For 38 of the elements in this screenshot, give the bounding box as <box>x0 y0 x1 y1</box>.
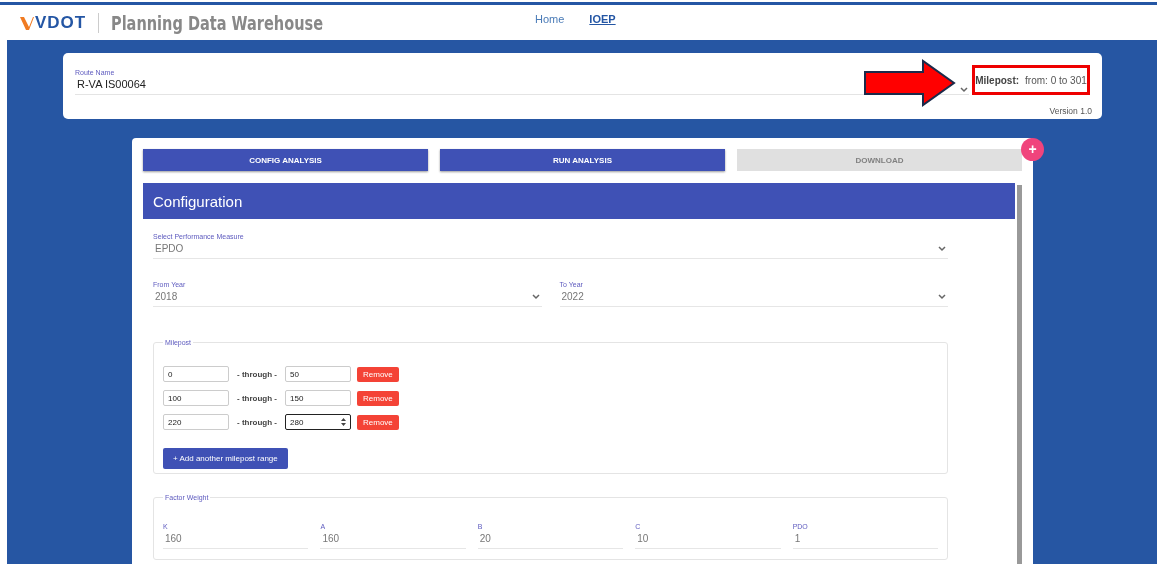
spinner-icon[interactable] <box>341 418 346 426</box>
action-button[interactable]: RUN ANALYSIS <box>440 149 725 171</box>
remove-button[interactable]: Remove <box>357 414 399 430</box>
input-field[interactable]: 50 <box>285 366 351 382</box>
remove-button[interactable]: Remove <box>357 390 399 406</box>
range-separator: - through - <box>237 417 277 427</box>
weight-field[interactable]: 20 <box>477 530 624 549</box>
vdot-logo: VDOT <box>20 12 87 33</box>
input-field[interactable]: 150 <box>285 390 351 406</box>
nav-link[interactable]: IOEP <box>589 13 616 25</box>
add-range-button[interactable]: + Add another milepost range <box>163 448 288 469</box>
remove-button[interactable]: Remove <box>357 366 399 382</box>
add-button[interactable]: + <box>1021 138 1044 161</box>
weight-field[interactable]: 160 <box>320 530 466 549</box>
chevron-down-icon[interactable] <box>531 293 540 300</box>
range-separator: - through - <box>237 393 277 403</box>
input-field[interactable]: 280 <box>285 414 351 430</box>
input-field[interactable]: 0 <box>163 366 229 382</box>
weight-field[interactable]: 160 <box>163 530 309 549</box>
input-field[interactable]: 100 <box>163 390 229 406</box>
scrollbar[interactable] <box>1017 185 1022 564</box>
chevron-down-icon[interactable] <box>960 87 968 93</box>
section-header: Configuration <box>143 183 1015 219</box>
range-separator: - through - <box>237 369 277 379</box>
year-select[interactable]: 2022 <box>559 288 948 307</box>
weight-field[interactable]: 10 <box>635 530 781 549</box>
arrow-icon <box>864 59 956 107</box>
version-label: Version 1.0 <box>1049 106 1092 116</box>
measure-select[interactable]: EPDO <box>153 240 948 259</box>
input-field[interactable]: 220 <box>163 414 229 430</box>
nav-link[interactable]: Home <box>535 13 565 25</box>
chevron-down-icon[interactable] <box>938 245 946 252</box>
year-select[interactable]: 2018 <box>153 288 542 307</box>
action-button[interactable]: CONFIG ANALYSIS <box>143 149 428 171</box>
weight-field[interactable]: 1 <box>792 530 939 549</box>
app-title: Planning Data Warehouse <box>111 11 324 34</box>
chevron-down-icon[interactable] <box>938 293 946 300</box>
milepost-range: Milepost: from: 0 to 301 <box>972 65 1090 95</box>
